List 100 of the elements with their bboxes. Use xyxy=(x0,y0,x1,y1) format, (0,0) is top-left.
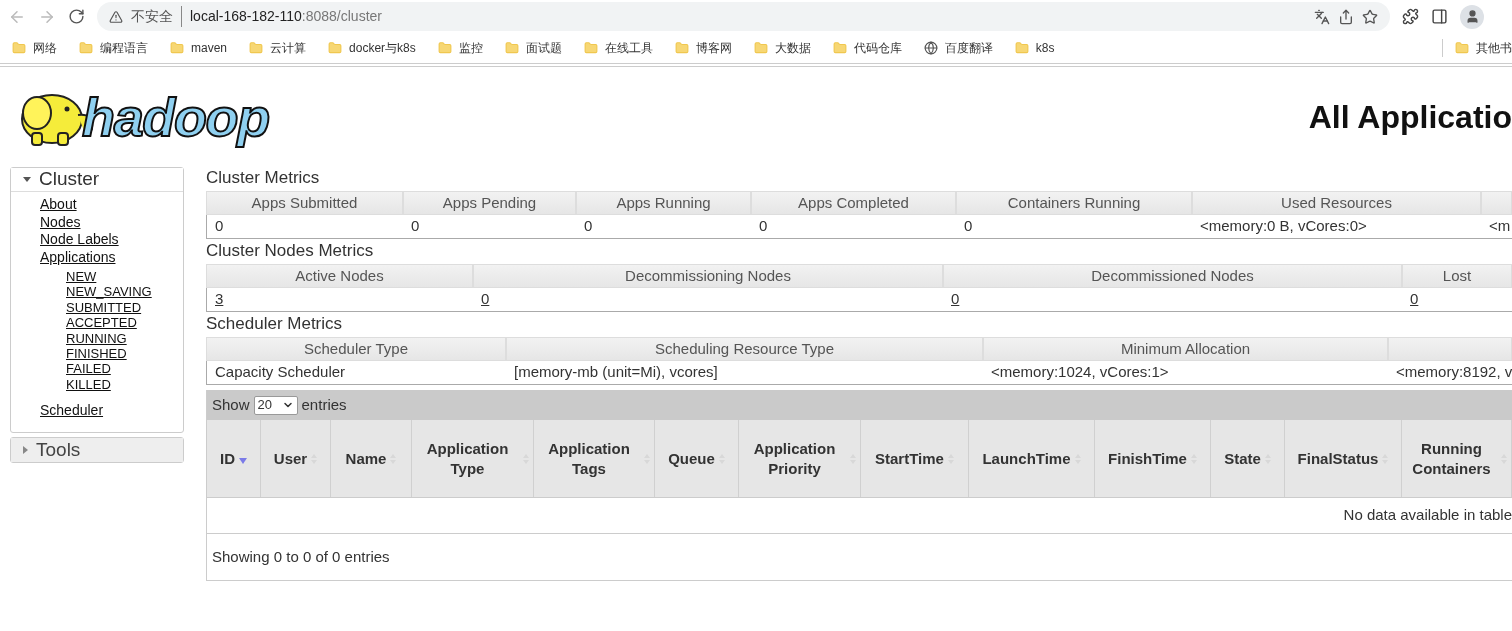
bookmark-item[interactable]: 面试题 xyxy=(504,39,562,57)
translate-icon[interactable] xyxy=(1314,8,1330,25)
folder-icon xyxy=(674,41,689,55)
sidebar-link[interactable]: Node Labels xyxy=(40,231,119,247)
folder-icon xyxy=(504,41,519,55)
show-label: Show xyxy=(212,394,250,415)
sidebar-sublink[interactable]: NEW_SAVING xyxy=(66,284,152,300)
column-header: Decommissioned Nodes xyxy=(943,264,1402,288)
metric-value: <m xyxy=(1489,216,1511,237)
bookmark-item[interactable]: 博客网 xyxy=(674,39,732,57)
column-header: Lost xyxy=(1402,264,1512,288)
metric-value: 0 xyxy=(964,216,973,237)
column-header[interactable]: Application Priority xyxy=(739,420,861,497)
entries-label: entries xyxy=(301,394,347,415)
column-header: Containers Running xyxy=(956,191,1192,215)
metric-value: <memory:1024, vCores:1> xyxy=(991,362,1169,383)
section-title: Cluster Metrics xyxy=(206,167,321,189)
section-title: Scheduler Metrics xyxy=(206,313,344,335)
folder-icon xyxy=(328,41,343,55)
column-header[interactable]: ID xyxy=(207,420,261,497)
column-header: Apps Submitted xyxy=(206,191,403,215)
column-header[interactable]: LaunchTime xyxy=(969,420,1095,497)
folder-icon xyxy=(1014,41,1029,55)
bookmark-item[interactable]: 网络 xyxy=(12,39,57,57)
metric-value: 0 xyxy=(215,216,224,237)
metric-value: <memory:8192, v xyxy=(1396,362,1512,383)
column-header[interactable]: Running Containers xyxy=(1402,420,1512,497)
bookmark-item[interactable]: 云计算 xyxy=(249,39,307,57)
metric-value: <memory:0 B, vCores:0> xyxy=(1200,216,1367,237)
bookmark-item[interactable]: 编程语言 xyxy=(79,39,148,57)
extensions-icon[interactable] xyxy=(1402,8,1419,25)
column-header: Apps Running xyxy=(576,191,751,215)
bookmark-item[interactable]: maven xyxy=(170,39,228,57)
sidebar-sublink[interactable]: ACCEPTED xyxy=(66,315,137,331)
share-icon[interactable] xyxy=(1338,8,1354,25)
column-header: Active Nodes xyxy=(206,264,473,288)
url-text: local-168-182-110:8088/cluster xyxy=(181,6,382,27)
bookmark-item[interactable]: 百度翻译 xyxy=(923,39,993,57)
security-label: 不安全 xyxy=(131,7,173,26)
bookmark-item[interactable]: k8s xyxy=(1014,39,1055,57)
bookmark-item[interactable]: docker与k8s xyxy=(328,39,416,57)
column-header: Scheduling Resource Type xyxy=(506,337,983,361)
sidebar-sublink[interactable]: RUNNING xyxy=(66,330,127,347)
metric-link[interactable]: 0 xyxy=(481,288,490,311)
bookmark-item[interactable]: 监控 xyxy=(437,39,483,57)
sidebar-section-header[interactable]: Tools xyxy=(11,437,183,462)
column-header[interactable]: State xyxy=(1211,420,1285,497)
column-header[interactable]: StartTime xyxy=(861,420,969,497)
bookmark-item[interactable]: 大数据 xyxy=(753,39,811,57)
metric-link[interactable]: 0 xyxy=(951,288,960,311)
folder-icon xyxy=(832,41,847,55)
sidebar-link[interactable]: About xyxy=(40,196,77,212)
metric-link[interactable]: 3 xyxy=(215,288,224,311)
column-header[interactable]: Application Tags xyxy=(534,420,655,497)
folder-icon xyxy=(170,41,184,55)
sidebar-sublink[interactable]: NEW xyxy=(66,269,97,285)
table-footer-info: Showing 0 to 0 of 0 entries xyxy=(212,546,390,567)
metric-value: [memory-mb (unit=Mi), vcores] xyxy=(514,362,718,383)
address-bar[interactable]: 不安全 local-168-182-110:8088/cluster xyxy=(97,2,1390,31)
empty-table-message: No data available in table xyxy=(1343,505,1512,526)
column-header[interactable]: FinalStatus xyxy=(1285,420,1402,497)
sidebar-link[interactable]: Applications xyxy=(40,248,116,265)
profile-avatar[interactable] xyxy=(1460,4,1484,29)
sidebar-section-header[interactable]: Cluster xyxy=(11,168,183,192)
folder-icon xyxy=(437,41,452,55)
folder-icon xyxy=(1455,41,1469,55)
sidebar-sublink[interactable]: FAILED xyxy=(66,361,111,377)
sidebar-link[interactable]: Nodes xyxy=(40,213,81,230)
column-header[interactable]: Name xyxy=(331,420,412,497)
column-header: Apps Completed xyxy=(751,191,956,215)
column-header: Decommissioning Nodes xyxy=(473,264,943,288)
other-bookmarks-item[interactable]: 其他书 xyxy=(1455,39,1512,57)
side-panel-icon[interactable] xyxy=(1431,8,1448,25)
sidebar-sublink[interactable]: KILLED xyxy=(66,376,111,393)
column-header: Apps Pending xyxy=(403,191,576,215)
bookmark-item[interactable]: 在线工具 xyxy=(583,39,653,57)
folder-icon xyxy=(583,41,598,55)
sidebar-sublink[interactable]: FINISHED xyxy=(66,346,127,362)
column-header: Minimum Allocation xyxy=(983,337,1388,361)
column-header[interactable]: FinishTime xyxy=(1095,420,1211,497)
page-title: All Applicatio xyxy=(1308,97,1512,137)
column-header[interactable]: Queue xyxy=(655,420,739,497)
sort-descending-icon[interactable] xyxy=(239,457,247,464)
reload-icon[interactable] xyxy=(68,8,85,25)
folder-icon xyxy=(79,41,93,55)
metric-value: 0 xyxy=(411,216,420,237)
metric-link[interactable]: 0 xyxy=(1410,288,1419,311)
metric-value: 0 xyxy=(759,216,768,237)
metric-value: 0 xyxy=(584,216,593,237)
section-title: Cluster Nodes Metrics xyxy=(206,240,375,262)
page-size-select[interactable]: 20 xyxy=(253,395,298,415)
bookmark-star-icon[interactable] xyxy=(1362,8,1378,25)
bookmark-item[interactable]: 代码仓库 xyxy=(832,39,902,57)
column-header[interactable]: Application Type xyxy=(412,420,534,497)
sidebar-sublink[interactable]: SUBMITTED xyxy=(66,299,142,316)
folder-icon xyxy=(753,41,768,55)
folder-icon xyxy=(249,41,264,55)
column-header[interactable]: User xyxy=(261,420,331,497)
collapsed-triangle-icon xyxy=(23,445,28,454)
sidebar-link[interactable]: Scheduler xyxy=(40,402,104,419)
